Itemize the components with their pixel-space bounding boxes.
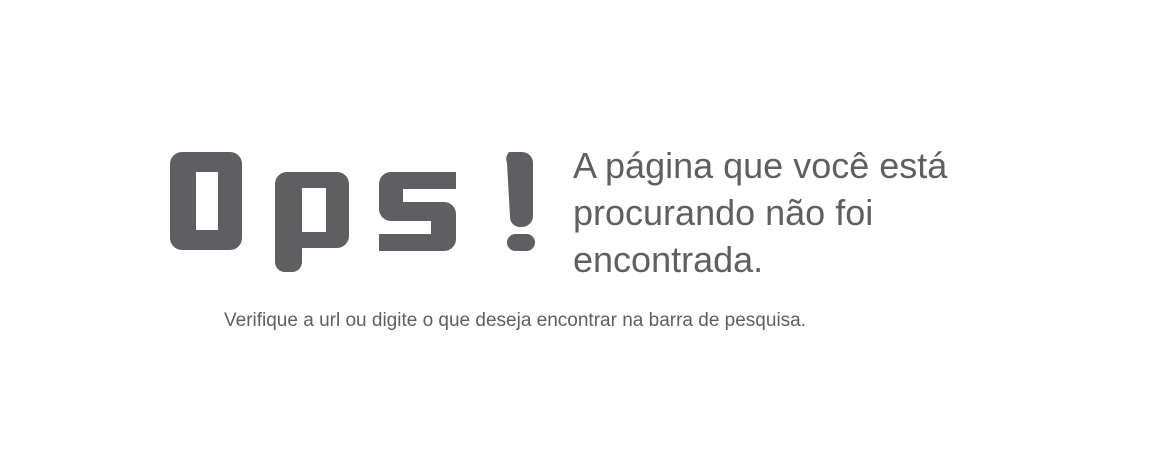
logo-letter-o: [170, 152, 242, 250]
error-headline: A página que você está procurando não fo…: [573, 142, 1053, 283]
logo-exclamation-dot: [507, 234, 535, 251]
logo-letter-s: [379, 172, 456, 251]
ops-logo: [168, 150, 538, 274]
logo-exclamation-bar: [506, 152, 533, 227]
headline-line-3: encontrada.: [573, 239, 764, 280]
headline-line-2: procurando não foi: [573, 192, 874, 233]
error-subtext: Verifique a url ou digite o que deseja e…: [224, 310, 807, 331]
headline-line-1: A página que você está: [573, 145, 948, 186]
logo-letter-p: [275, 172, 349, 272]
